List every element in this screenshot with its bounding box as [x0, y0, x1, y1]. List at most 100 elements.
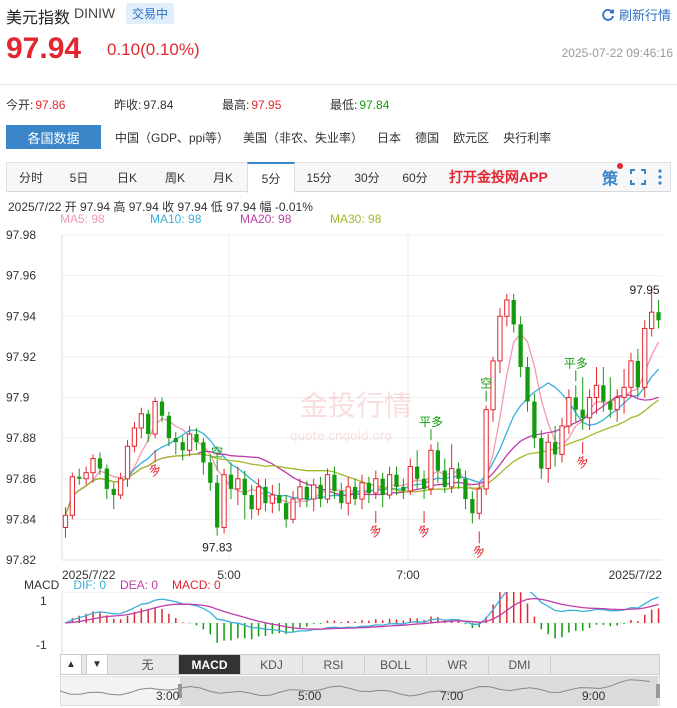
indicator-macd[interactable]: MACD [179, 655, 241, 674]
nav-eurozone[interactable]: 欧元区 [453, 129, 489, 146]
tab-daily-k[interactable]: 日K [103, 163, 151, 191]
tab-5day[interactable]: 5日 [55, 163, 103, 191]
symbol-code: DINIW [74, 5, 116, 21]
stat-high: 最高: 97.95 [222, 98, 282, 112]
nav-central-bank-rate[interactable]: 央行利率 [503, 129, 551, 146]
current-price: 97.94 [6, 32, 82, 65]
tab-5min[interactable]: 5分 [247, 162, 295, 193]
tab-30min[interactable]: 30分 [343, 163, 391, 191]
y-tick-label: 97.9 [6, 391, 30, 405]
candle [593, 367, 600, 414]
ma5-label: MA5: 98 [60, 212, 105, 226]
candle [545, 434, 551, 483]
candle [470, 490, 475, 524]
buy-signal: 多 [367, 522, 384, 540]
candle [324, 468, 331, 504]
strategy-icon[interactable]: 策 [602, 163, 623, 189]
ma20-label: MA20: 98 [240, 212, 292, 226]
candle [221, 468, 227, 534]
refresh-icon [602, 8, 614, 21]
candle [277, 482, 282, 512]
scroll-up-icon[interactable]: ▲ [60, 654, 82, 675]
page-title: 美元指数 [6, 10, 71, 27]
sell-signal: 空 [480, 377, 492, 391]
candle [345, 476, 351, 516]
nav-germany[interactable]: 德国 [415, 129, 439, 146]
nav-country-data[interactable]: 各国数据 [6, 125, 101, 149]
tab-monthly-k[interactable]: 月K [199, 163, 247, 191]
candle [215, 474, 220, 536]
candle [504, 293, 510, 327]
buy-signal: 多 [415, 522, 432, 540]
candle [483, 405, 489, 495]
candle [131, 421, 138, 453]
indicator-kdj[interactable]: KDJ [241, 655, 303, 674]
macd-chart: 1 -1 [36, 592, 662, 654]
buy-signal: 多 [471, 542, 488, 560]
scroll-arrows: ▲ ▼ [60, 654, 108, 675]
candle [339, 482, 344, 510]
refresh-button[interactable]: 刷新行情 [601, 5, 671, 24]
tab-weekly-k[interactable]: 周K [151, 163, 199, 191]
ma30-label: MA30: 98 [330, 212, 382, 226]
nav-label-3: 9:00 [582, 689, 606, 703]
candle [614, 389, 620, 422]
more-vertical-icon[interactable] [658, 169, 662, 185]
nav-china[interactable]: 中国（GDP、ppi等） [115, 129, 229, 146]
candle [166, 411, 172, 447]
status-badge: 交易中 [126, 3, 175, 24]
candle [511, 293, 516, 333]
svg-text:quote.cngold.org: quote.cngold.org [290, 429, 392, 443]
time-navigator[interactable]: 3:00 5:00 7:00 9:00 [60, 676, 660, 706]
indicator-rsi[interactable]: RSI [303, 655, 365, 674]
y-tick-label: 97.98 [6, 228, 36, 242]
macd-value-label: MACD: 0 [172, 578, 221, 592]
macd-legend: MACD DIF: 0 DEA: 0 MACD: 0 [24, 578, 221, 592]
candle [359, 474, 365, 510]
indicator-dmi[interactable]: DMI [489, 655, 551, 674]
candle [269, 484, 275, 514]
candle [642, 320, 648, 398]
indicator-wr[interactable]: WR [427, 655, 489, 674]
candle [366, 476, 372, 504]
indicator-none[interactable]: 无 [117, 655, 179, 674]
candle [449, 444, 455, 493]
candle [180, 436, 185, 461]
kline-chart[interactable]: 97.98 97.96 97.94 97.92 97.9 97.88 97.86 97.84 9… [0, 225, 677, 585]
nav-usa[interactable]: 美国（非农、失业率） [243, 129, 363, 146]
tab-15min[interactable]: 15分 [295, 163, 343, 191]
open-app-link[interactable]: 打开金投网APP [449, 163, 548, 191]
candle [263, 478, 268, 512]
navigator-right-handle[interactable] [656, 684, 660, 698]
candle [111, 482, 116, 510]
macd-tick-label: -1 [36, 638, 47, 652]
ma-legend: MA5: 98 MA10: 98 MA20: 98 MA30: 98 [60, 212, 420, 226]
candle [566, 389, 572, 435]
indicator-tabs: 无 MACD KDJ RSI BOLL WR DMI [60, 654, 660, 675]
scroll-down-icon[interactable]: ▼ [86, 654, 108, 675]
candle [380, 472, 385, 508]
nav-japan[interactable]: 日本 [377, 129, 401, 146]
tab-timeshare[interactable]: 分时 [7, 163, 55, 191]
nav-label-1: 5:00 [298, 689, 322, 703]
candle [311, 478, 317, 512]
candle [290, 490, 296, 524]
refresh-label: 刷新行情 [618, 8, 671, 23]
sell-signal: 空 [211, 446, 223, 460]
low-annotation: 97.83 [202, 541, 232, 555]
divider [0, 84, 677, 85]
fullscreen-icon[interactable] [630, 169, 646, 185]
stat-low: 最低: 97.84 [330, 98, 390, 112]
candle [235, 466, 241, 506]
indicator-boll[interactable]: BOLL [365, 655, 427, 674]
nav-label-2: 7:00 [440, 689, 464, 703]
candle [83, 466, 89, 485]
candle [318, 476, 323, 508]
y-tick-label: 97.96 [6, 269, 36, 283]
candle [415, 450, 420, 489]
candle [352, 478, 358, 506]
y-tick-label: 97.94 [6, 309, 36, 323]
candle [463, 470, 468, 510]
candle [635, 348, 640, 398]
tab-60min[interactable]: 60分 [391, 163, 439, 191]
